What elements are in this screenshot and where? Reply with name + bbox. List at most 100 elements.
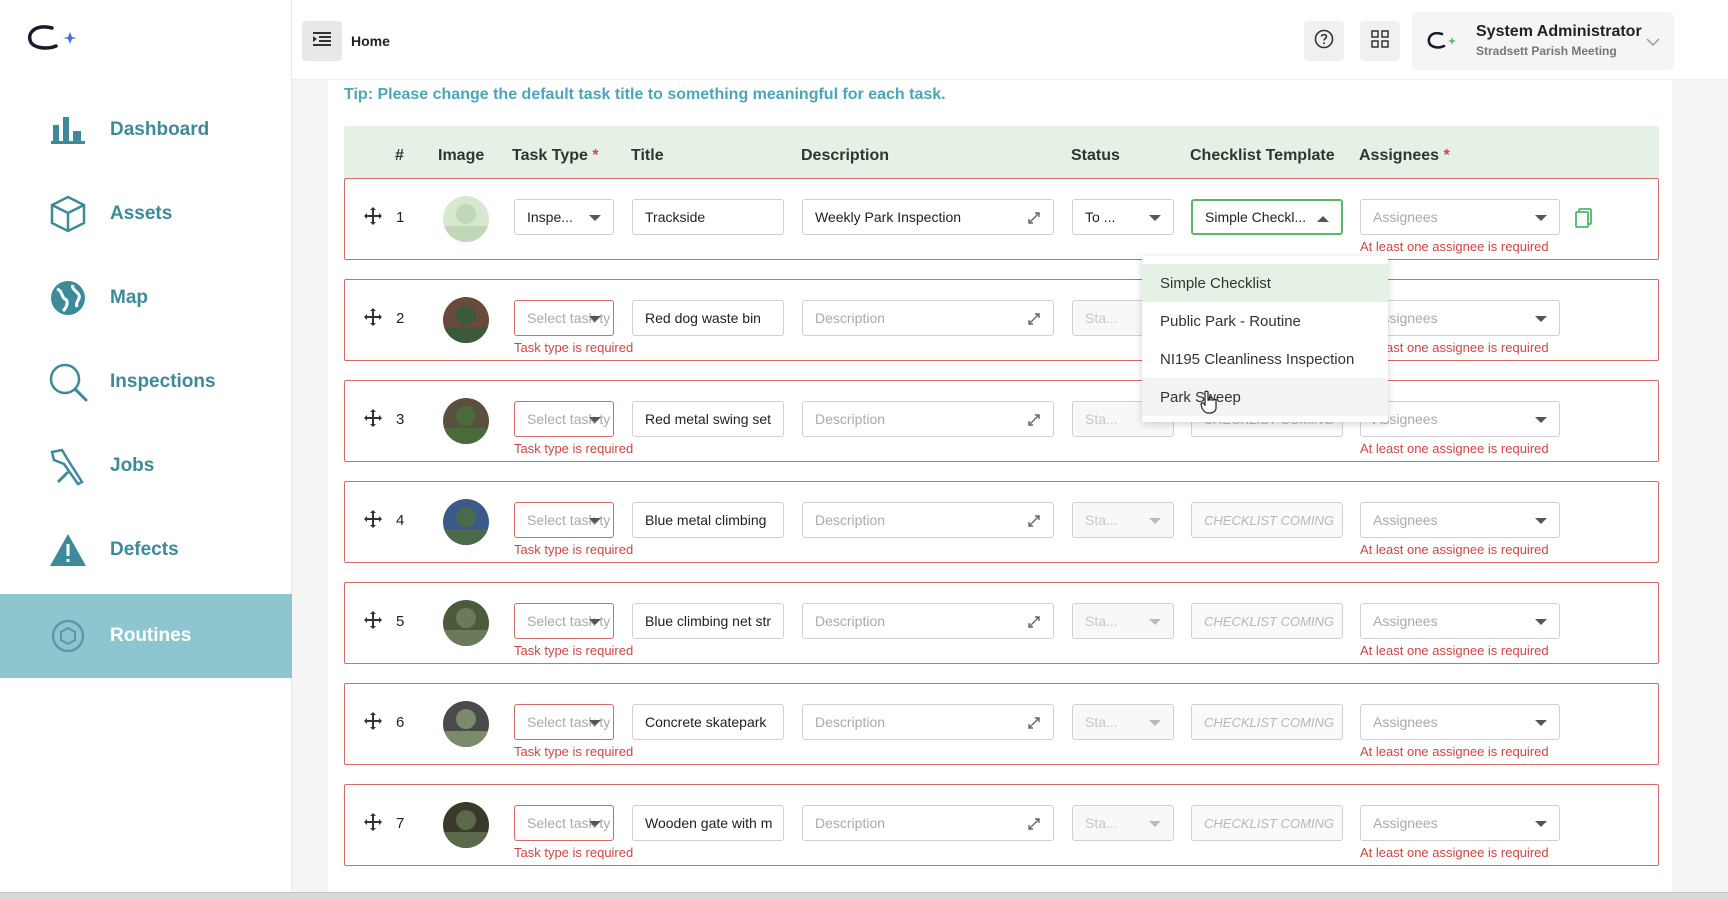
- expand-icon[interactable]: [1027, 211, 1041, 225]
- copy-icon[interactable]: [1575, 208, 1593, 228]
- task-type-select[interactable]: Select task ty: [514, 401, 614, 437]
- asset-thumbnail[interactable]: [443, 600, 489, 646]
- assignees-select[interactable]: Assignees: [1360, 805, 1560, 841]
- description-input[interactable]: Weekly Park Inspection: [802, 199, 1054, 235]
- chevron-down-icon: [589, 720, 601, 726]
- mouse-pointer-icon: [1200, 390, 1218, 419]
- checklist-template-select[interactable]: CHECKLIST COMING: [1191, 704, 1343, 740]
- menu-toggle-button[interactable]: [302, 21, 342, 61]
- chevron-down-icon: [589, 518, 601, 524]
- sidebar-item-inspections[interactable]: Inspections: [0, 340, 292, 424]
- drag-handle-icon[interactable]: [363, 610, 383, 630]
- app-logo[interactable]: [26, 22, 86, 54]
- user-menu[interactable]: System Administrator Stradsett Parish Me…: [1412, 12, 1674, 70]
- sidebar-item-map[interactable]: Map: [0, 256, 292, 340]
- description-input[interactable]: Description: [802, 603, 1054, 639]
- assignee-error: At least one assignee is required: [1360, 542, 1549, 557]
- expand-icon[interactable]: [1027, 716, 1041, 730]
- breadcrumb[interactable]: Home: [351, 33, 390, 49]
- assignees-select[interactable]: Assignees: [1360, 603, 1560, 639]
- table-row: 2 Select task ty Red dog waste bin Descr…: [344, 279, 1659, 361]
- title-input[interactable]: Blue climbing net str: [632, 603, 784, 639]
- sidebar-item-defects[interactable]: Defects: [0, 508, 292, 592]
- task-type-value: Inspe...: [527, 209, 573, 225]
- checklist-template-select[interactable]: CHECKLIST COMING: [1191, 805, 1343, 841]
- checklist-template-select[interactable]: CHECKLIST COMING: [1191, 502, 1343, 538]
- required-mark: *: [592, 147, 599, 164]
- status-select[interactable]: Sta...: [1072, 603, 1174, 639]
- task-type-select[interactable]: Select task ty: [514, 300, 614, 336]
- task-type-select[interactable]: Inspe...: [514, 199, 614, 235]
- description-input[interactable]: Description: [802, 401, 1054, 437]
- asset-thumbnail[interactable]: [443, 398, 489, 444]
- drag-handle-icon[interactable]: [363, 206, 383, 226]
- menu-collapse-icon: [313, 31, 331, 51]
- task-type-select[interactable]: Select task ty: [514, 502, 614, 538]
- task-type-error: Task type is required: [514, 340, 634, 355]
- tools-icon: [48, 446, 88, 486]
- assignees-select[interactable]: Assignees: [1360, 199, 1560, 235]
- chevron-down-icon: [589, 619, 601, 625]
- task-type-select[interactable]: Select task ty: [514, 603, 614, 639]
- checklist-option[interactable]: Simple Checklist: [1142, 264, 1388, 302]
- row-number: 2: [396, 310, 405, 327]
- assignees-value: Assignees: [1373, 714, 1438, 730]
- drag-handle-icon[interactable]: [363, 509, 383, 529]
- description-input[interactable]: Description: [802, 502, 1054, 538]
- assignees-select[interactable]: Assignees: [1360, 401, 1560, 437]
- checklist-option[interactable]: NI195 Cleanliness Inspection: [1142, 340, 1388, 378]
- expand-icon[interactable]: [1027, 817, 1041, 831]
- task-type-select[interactable]: Select task ty: [514, 805, 614, 841]
- status-value: To ...: [1085, 209, 1116, 225]
- drag-handle-icon[interactable]: [363, 408, 383, 428]
- title-input[interactable]: Blue metal climbing: [632, 502, 784, 538]
- drag-handle-icon[interactable]: [363, 812, 383, 832]
- sidebar-item-jobs[interactable]: Jobs: [0, 424, 292, 508]
- expand-icon[interactable]: [1027, 514, 1041, 528]
- drag-handle-icon[interactable]: [363, 307, 383, 327]
- description-input[interactable]: Description: [802, 300, 1054, 336]
- title-input[interactable]: Concrete skatepark: [632, 704, 784, 740]
- asset-thumbnail[interactable]: [443, 802, 489, 848]
- header-description: Description: [801, 147, 890, 164]
- expand-icon[interactable]: [1027, 312, 1041, 326]
- expand-icon[interactable]: [1027, 413, 1041, 427]
- table-row: 3 Select task ty Red metal swing set Des…: [344, 380, 1659, 462]
- task-type-select[interactable]: Select task ty: [514, 704, 614, 740]
- sidebar-item-assets[interactable]: Assets: [0, 172, 292, 256]
- globe-icon: [48, 278, 88, 318]
- title-input[interactable]: Red metal swing set: [632, 401, 784, 437]
- header-task-type-label: Task Type: [512, 147, 588, 164]
- assignees-select[interactable]: Assignees: [1360, 300, 1560, 336]
- title-input[interactable]: Wooden gate with m: [632, 805, 784, 841]
- header-task-type: Task Type *: [512, 147, 599, 165]
- assignees-select[interactable]: Assignees: [1360, 704, 1560, 740]
- checklist-value: Simple Checkl...: [1205, 209, 1307, 225]
- help-button[interactable]: [1304, 21, 1344, 61]
- status-select[interactable]: Sta...: [1072, 704, 1174, 740]
- expand-icon[interactable]: [1027, 615, 1041, 629]
- checklist-template-select[interactable]: CHECKLIST COMING: [1191, 603, 1343, 639]
- user-org: Stradsett Parish Meeting: [1476, 44, 1617, 58]
- drag-handle-icon[interactable]: [363, 711, 383, 731]
- checklist-option[interactable]: Public Park - Routine: [1142, 302, 1388, 340]
- apps-grid-button[interactable]: [1360, 21, 1400, 61]
- checklist-template-select[interactable]: Simple Checkl...: [1191, 199, 1343, 235]
- title-input[interactable]: Trackside: [632, 199, 784, 235]
- description-input[interactable]: Description: [802, 704, 1054, 740]
- status-select[interactable]: To ...: [1072, 199, 1174, 235]
- asset-thumbnail[interactable]: [443, 499, 489, 545]
- sidebar-item-dashboard[interactable]: Dashboard: [0, 88, 292, 172]
- task-type-error: Task type is required: [514, 744, 634, 759]
- title-input[interactable]: Red dog waste bin: [632, 300, 784, 336]
- asset-thumbnail[interactable]: [443, 701, 489, 747]
- status-select[interactable]: Sta...: [1072, 502, 1174, 538]
- checklist-option[interactable]: Park Sweep: [1142, 378, 1388, 416]
- assignees-select[interactable]: Assignees: [1360, 502, 1560, 538]
- asset-thumbnail[interactable]: [443, 196, 489, 242]
- asset-thumbnail[interactable]: [443, 297, 489, 343]
- status-select[interactable]: Sta...: [1072, 805, 1174, 841]
- checklist-value: CHECKLIST COMING: [1204, 815, 1335, 831]
- sidebar-item-routines[interactable]: Routines: [0, 594, 292, 678]
- description-input[interactable]: Description: [802, 805, 1054, 841]
